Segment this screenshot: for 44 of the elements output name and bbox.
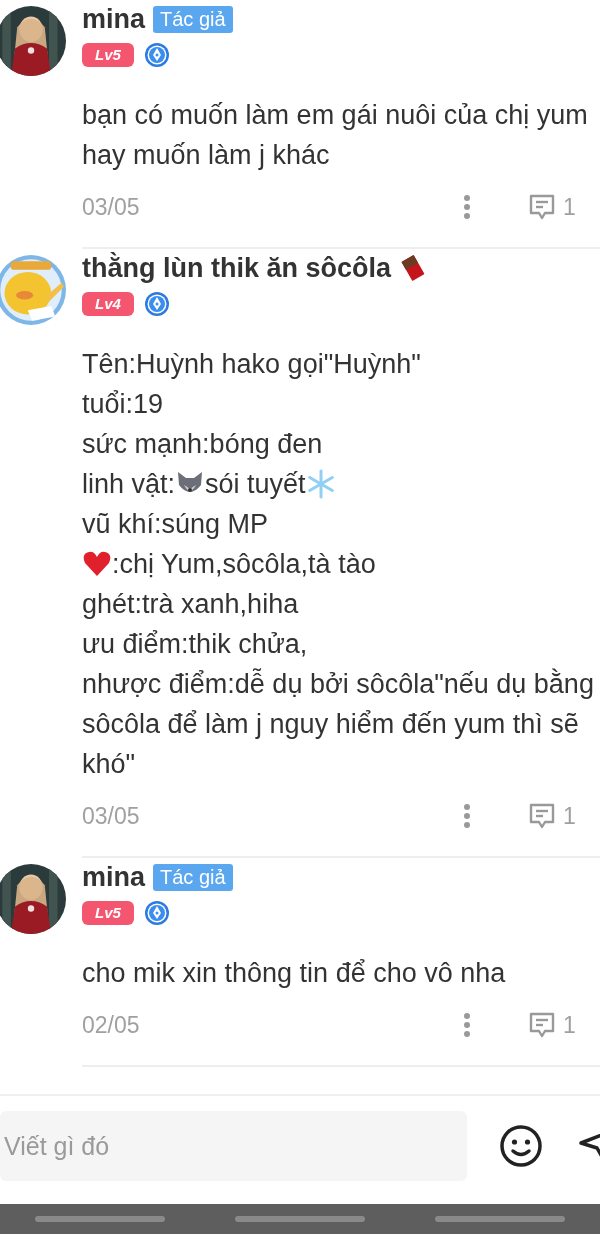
more-options-icon[interactable] — [463, 194, 471, 220]
comment-text: sói tuyết — [205, 468, 306, 501]
comment-text: khó" — [82, 748, 136, 781]
comment-text: bạn có muốn làm em gái nuôi của chị yum — [82, 99, 588, 132]
comment-text: tuổi:19 — [82, 388, 164, 421]
author-tag: Tác giả — [153, 5, 233, 33]
emoji-icon[interactable] — [499, 1124, 543, 1168]
comment-date: 02/05 — [82, 1011, 141, 1039]
comment-text: ghét:trà xanh,hiha — [82, 588, 299, 621]
comment-date: 03/05 — [82, 802, 141, 830]
comment-text: ưu điểm:thik chửa, — [82, 628, 308, 661]
comment-icon[interactable] — [527, 1010, 557, 1040]
more-options-icon[interactable] — [463, 803, 471, 829]
username[interactable]: thằng lùn thik ăn sôcôla — [82, 252, 392, 284]
pen-nib-icon — [144, 900, 170, 926]
snowflake-icon — [305, 469, 336, 499]
comment-input[interactable]: Viết gì đó — [0, 1111, 467, 1181]
nav-handle[interactable] — [235, 1216, 365, 1222]
reply-count: 1 — [563, 193, 577, 221]
comment-text: hay muốn làm j khác — [82, 139, 330, 172]
username[interactable]: mina — [82, 3, 146, 35]
nav-handle[interactable] — [35, 1216, 165, 1222]
more-options-icon[interactable] — [463, 1012, 471, 1038]
username[interactable]: mina — [82, 861, 146, 893]
pen-nib-icon — [144, 291, 170, 317]
author-tag: Tác giả — [153, 863, 233, 891]
comment-icon[interactable] — [527, 192, 557, 222]
comment-text: nhược điểm:dễ dụ bởi sôcôla"nếu dụ bằng — [82, 667, 594, 701]
comment-text: linh vật: — [82, 468, 176, 501]
pen-nib-icon — [144, 42, 170, 68]
comment-date: 03/05 — [82, 193, 141, 221]
comment-icon[interactable] — [527, 801, 557, 831]
level-badge: Lv5 — [82, 43, 134, 67]
comment-text: cho mik xin thông tin để cho vô nha — [82, 957, 506, 990]
level-badge: Lv4 — [82, 292, 134, 316]
reply-count: 1 — [563, 1011, 577, 1039]
comment-text: :chị Yum,sôcôla,tà tào — [112, 548, 376, 581]
comment-text: vũ khí:súng MP — [82, 508, 269, 541]
level-badge: Lv5 — [82, 901, 134, 925]
reply-count: 1 — [563, 802, 577, 830]
comment-text: sức mạnh:bóng đen — [82, 428, 323, 461]
nav-handle[interactable] — [435, 1216, 565, 1222]
comment-text: sôcôla để làm j nguy hiểm đến yum thì sẽ — [82, 708, 579, 741]
comment-text: Tên:Huỳnh hako gọi"Huỳnh" — [82, 348, 421, 381]
